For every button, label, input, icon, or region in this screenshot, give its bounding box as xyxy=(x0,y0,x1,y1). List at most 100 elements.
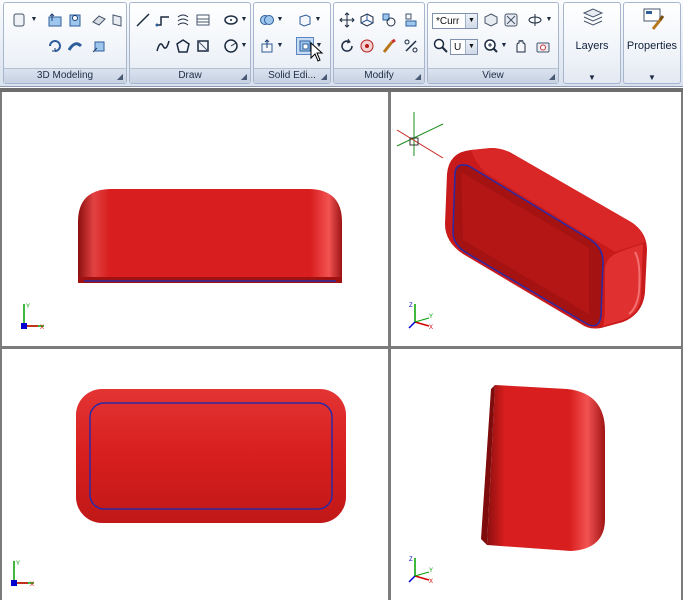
extract-dropdown[interactable]: ▼ xyxy=(314,11,322,29)
viewport-front[interactable]: Y X xyxy=(0,92,388,346)
panel-launcher-icon[interactable]: ◢ xyxy=(241,70,247,84)
view-cube-icon[interactable] xyxy=(482,11,500,29)
viewport-splitter-top xyxy=(0,88,683,92)
solid-top-view xyxy=(76,389,346,523)
extrude-icon[interactable] xyxy=(46,11,64,29)
union-icon[interactable] xyxy=(258,11,276,29)
boolean-dropdown[interactable]: ▼ xyxy=(276,11,284,29)
visual-style-value: *Curr xyxy=(436,16,460,27)
layers-button[interactable]: Layers ▼ xyxy=(563,2,621,84)
panel-3d-modeling: ▼ 3D Modeling ◢ xyxy=(3,2,127,84)
svg-text:Y: Y xyxy=(429,568,433,574)
solid-front-view xyxy=(78,189,342,283)
extract-edges-icon[interactable] xyxy=(296,11,314,29)
move-icon[interactable] xyxy=(338,11,356,29)
camera-icon[interactable] xyxy=(534,37,552,55)
panel-title-label: Solid Edi... xyxy=(268,70,316,81)
ellipse-icon[interactable] xyxy=(222,11,240,29)
svg-text:X: X xyxy=(40,325,44,330)
viewport-side[interactable]: Z Y X xyxy=(391,349,683,600)
visual-style-select[interactable]: *Curr ▼ xyxy=(432,13,478,29)
panel-launcher-icon[interactable]: ◢ xyxy=(549,70,555,84)
panel-title-label: Draw xyxy=(178,70,202,81)
match-properties-icon[interactable] xyxy=(380,37,398,55)
ucs-3d-icon: Z Y X xyxy=(408,303,433,330)
mouse-pointer-icon xyxy=(310,42,324,62)
svg-text:Y: Y xyxy=(26,304,30,310)
ucs-2d-icon: Y X xyxy=(11,561,34,587)
panel-title-view: View ◢ xyxy=(428,68,558,83)
pan-icon[interactable] xyxy=(512,37,530,55)
ucs-2d-icon: Y X xyxy=(21,304,44,330)
properties-icon xyxy=(643,8,665,30)
panel-title-label: Modify xyxy=(364,70,394,81)
orbit-icon[interactable] xyxy=(526,11,544,29)
ucs-value: U xyxy=(454,42,462,53)
extrude-faces-icon[interactable] xyxy=(258,37,276,55)
box-solid-icon[interactable] xyxy=(10,11,28,29)
zoom-realtime-icon[interactable] xyxy=(432,37,450,55)
scale-icon[interactable] xyxy=(402,37,420,55)
panel-launcher-icon[interactable]: ◢ xyxy=(415,70,421,84)
panel-title-3d-modeling: 3D Modeling ◢ xyxy=(4,68,126,83)
panel-title-draw: Draw ◢ xyxy=(130,68,250,83)
svg-text:Y: Y xyxy=(429,314,433,320)
svg-text:X: X xyxy=(429,325,433,330)
viewport-splitter-vertical[interactable] xyxy=(388,92,391,600)
surface-icon[interactable] xyxy=(90,11,108,29)
panel-launcher-icon[interactable]: ◢ xyxy=(321,70,327,84)
line-icon[interactable] xyxy=(134,11,152,29)
sweep-icon[interactable] xyxy=(66,37,84,55)
chevron-down-icon: ▼ xyxy=(648,73,656,82)
polygon-icon[interactable] xyxy=(174,37,192,55)
panel-modify: Modify ◢ xyxy=(333,2,425,84)
panel-draw: ▼ ▼ Draw ◢ xyxy=(129,2,251,84)
spline-icon[interactable] xyxy=(154,37,172,55)
panel-title-solid-editing: Solid Edi... ◢ xyxy=(254,68,330,83)
presspull-icon[interactable] xyxy=(66,11,84,29)
helix-icon[interactable] xyxy=(174,11,192,29)
align-icon[interactable] xyxy=(402,11,420,29)
orbit-dropdown[interactable]: ▼ xyxy=(545,11,553,29)
3d-move-icon[interactable] xyxy=(358,11,376,29)
chevron-down-icon[interactable]: ▼ xyxy=(465,40,477,54)
panel-view: *Curr ▼ ▼ U ▼ ▼ View ◢ xyxy=(427,2,559,84)
hide-icon[interactable] xyxy=(502,11,520,29)
faces-dropdown[interactable]: ▼ xyxy=(276,37,284,55)
zoom-dropdown[interactable]: ▼ xyxy=(500,37,508,55)
layers-icon xyxy=(582,8,604,26)
chevron-down-icon: ▼ xyxy=(588,73,596,82)
viewport-splitter-horizontal[interactable] xyxy=(0,346,683,349)
circle-icon[interactable] xyxy=(222,37,240,55)
rotate-icon[interactable] xyxy=(338,37,356,55)
ribbon: ▼ 3D Modeling ◢ ▼ ▼ Draw ◢ ▼ ▼ ▼ ▼ Solid… xyxy=(0,0,683,87)
panel-title-modify: Modify ◢ xyxy=(334,68,424,83)
properties-button[interactable]: Properties ▼ xyxy=(623,2,681,84)
ucs-select[interactable]: U ▼ xyxy=(450,39,478,55)
solid-primitive-dropdown[interactable]: ▼ xyxy=(30,11,38,29)
svg-text:Z: Z xyxy=(409,303,413,309)
rectangle-icon[interactable] xyxy=(194,37,212,55)
ucs-3d-icon: Z Y X xyxy=(408,557,433,584)
svg-text:X: X xyxy=(429,579,433,584)
svg-text:Y: Y xyxy=(16,561,20,567)
zoom-icon[interactable] xyxy=(482,37,500,55)
svg-text:Z: Z xyxy=(409,557,413,563)
section-plane-icon[interactable] xyxy=(108,11,126,29)
panel-title-label: View xyxy=(482,70,504,81)
ellipse-dropdown[interactable]: ▼ xyxy=(240,11,248,29)
polyline-icon[interactable] xyxy=(154,11,172,29)
3d-array-icon[interactable] xyxy=(358,37,376,55)
revolve-icon[interactable] xyxy=(46,37,64,55)
loft-icon[interactable] xyxy=(90,37,108,55)
3d-rotate-icon[interactable] xyxy=(380,11,398,29)
layers-label: Layers xyxy=(575,40,609,52)
panel-launcher-icon[interactable]: ◢ xyxy=(117,70,123,84)
circle-dropdown[interactable]: ▼ xyxy=(240,37,248,55)
panel-title-label: 3D Modeling xyxy=(36,70,94,81)
hatch-icon[interactable] xyxy=(194,11,212,29)
viewport-top[interactable]: Y X xyxy=(0,349,388,600)
chevron-down-icon[interactable]: ▼ xyxy=(465,14,477,28)
viewport-isometric[interactable]: Z Y X xyxy=(391,92,683,346)
svg-text:X: X xyxy=(30,582,34,587)
